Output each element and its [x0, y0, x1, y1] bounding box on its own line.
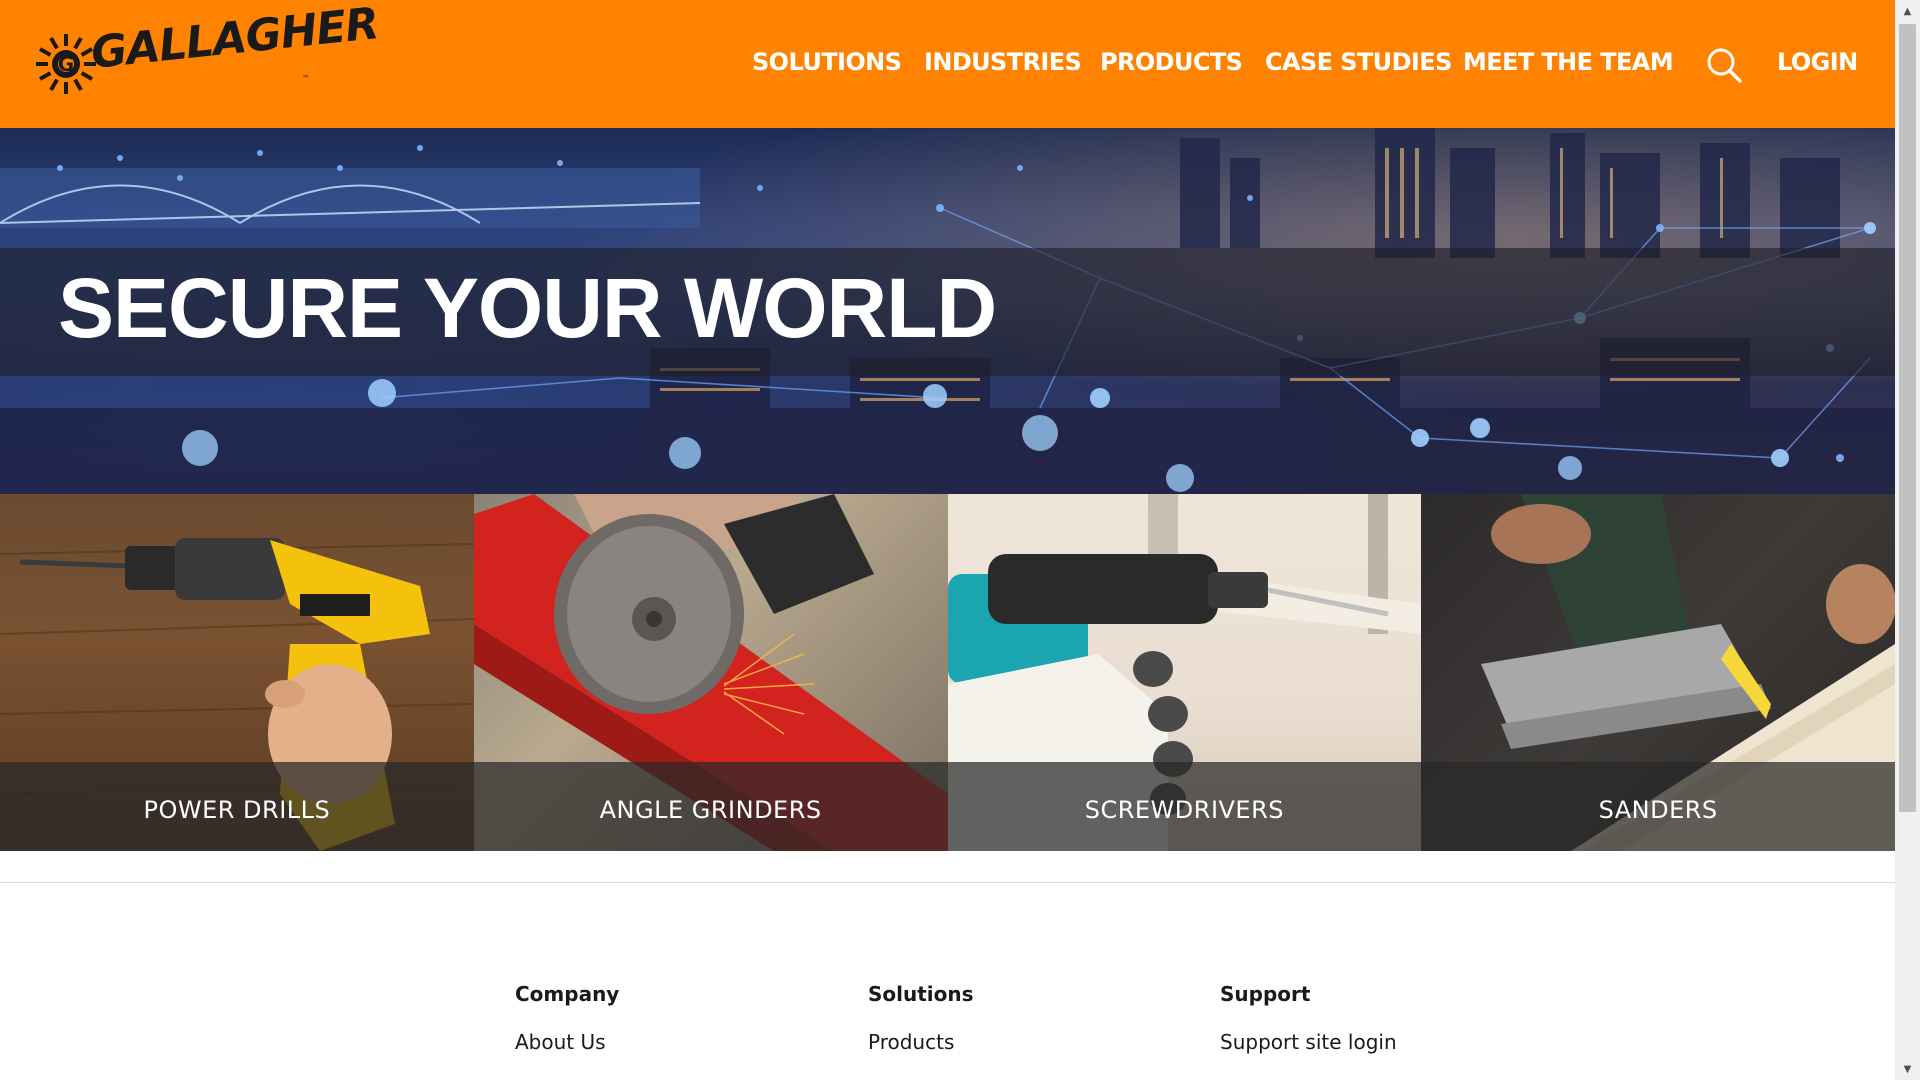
tile-label: SANDERS	[1598, 795, 1718, 824]
tile-screwdrivers[interactable]: SCREWDRIVERS	[947, 494, 1422, 851]
tile-caption-sanders: SANDERS	[1421, 762, 1895, 851]
footer-divider	[0, 882, 1895, 883]
login-link[interactable]: LOGIN	[1777, 48, 1858, 76]
tile-label: ANGLE GRINDERS	[599, 795, 822, 824]
scroll-up-arrow-icon[interactable]: ▲	[1895, 0, 1920, 22]
footer-heading-support: Support	[1220, 982, 1311, 1006]
logo-wordmark: GALLAGHER	[88, 0, 381, 80]
footer-link-about-us[interactable]: About Us	[515, 1030, 619, 1054]
nav-industries[interactable]: INDUSTRIES	[924, 48, 1082, 76]
hero-title: SECURE YOUR WORLD	[58, 261, 997, 355]
category-tiles: POWER DRILLS ANGLE GRINDERS SCREWDRIVERS…	[0, 494, 1895, 851]
scrollbar-thumb[interactable]	[1899, 24, 1916, 812]
hero-banner: SECURE YOUR WORLD	[0, 128, 1895, 494]
scroll-down-arrow-icon[interactable]: ▼	[1895, 1058, 1920, 1080]
footer-link-products[interactable]: Products	[868, 1030, 974, 1054]
footer-link-support-login[interactable]: Support site login	[1220, 1030, 1397, 1054]
tile-label: POWER DRILLS	[143, 795, 331, 824]
footer-company-column: Company About Us	[515, 982, 619, 1054]
tile-angle-grinders[interactable]: ANGLE GRINDERS	[473, 494, 948, 851]
svg-text:G: G	[58, 52, 74, 76]
search-icon[interactable]	[1705, 46, 1743, 84]
page: G GALLAGHER ™ SOLUTIONS INDUSTRIES PRODU…	[0, 0, 1895, 1080]
site-header: G GALLAGHER ™ SOLUTIONS INDUSTRIES PRODU…	[0, 0, 1895, 128]
tile-power-drills[interactable]: POWER DRILLS	[0, 494, 474, 851]
vertical-scrollbar[interactable]: ▲ ▼	[1895, 0, 1920, 1080]
tile-caption-power-drills: POWER DRILLS	[0, 762, 474, 851]
trademark-mark: ™	[302, 74, 310, 83]
footer-heading-company: Company	[515, 982, 620, 1006]
tile-label: SCREWDRIVERS	[1084, 795, 1285, 824]
tile-sanders[interactable]: SANDERS	[1421, 494, 1895, 851]
footer-solutions-column: Solutions Products	[868, 982, 974, 1054]
footer-heading-solutions: Solutions	[868, 982, 974, 1006]
tile-caption-screwdrivers: SCREWDRIVERS	[947, 762, 1422, 851]
footer-support-column: Support Support site login	[1220, 982, 1397, 1054]
nav-products[interactable]: PRODUCTS	[1100, 48, 1243, 76]
nav-case-studies[interactable]: CASE STUDIES	[1265, 48, 1452, 76]
nav-solutions[interactable]: SOLUTIONS	[752, 48, 902, 76]
logo-emblem-icon: G	[36, 34, 96, 94]
gallagher-logo[interactable]: G GALLAGHER ™	[34, 0, 381, 104]
nav-meet-the-team[interactable]: MEET THE TEAM	[1463, 48, 1674, 76]
tile-caption-angle-grinders: ANGLE GRINDERS	[473, 762, 948, 851]
